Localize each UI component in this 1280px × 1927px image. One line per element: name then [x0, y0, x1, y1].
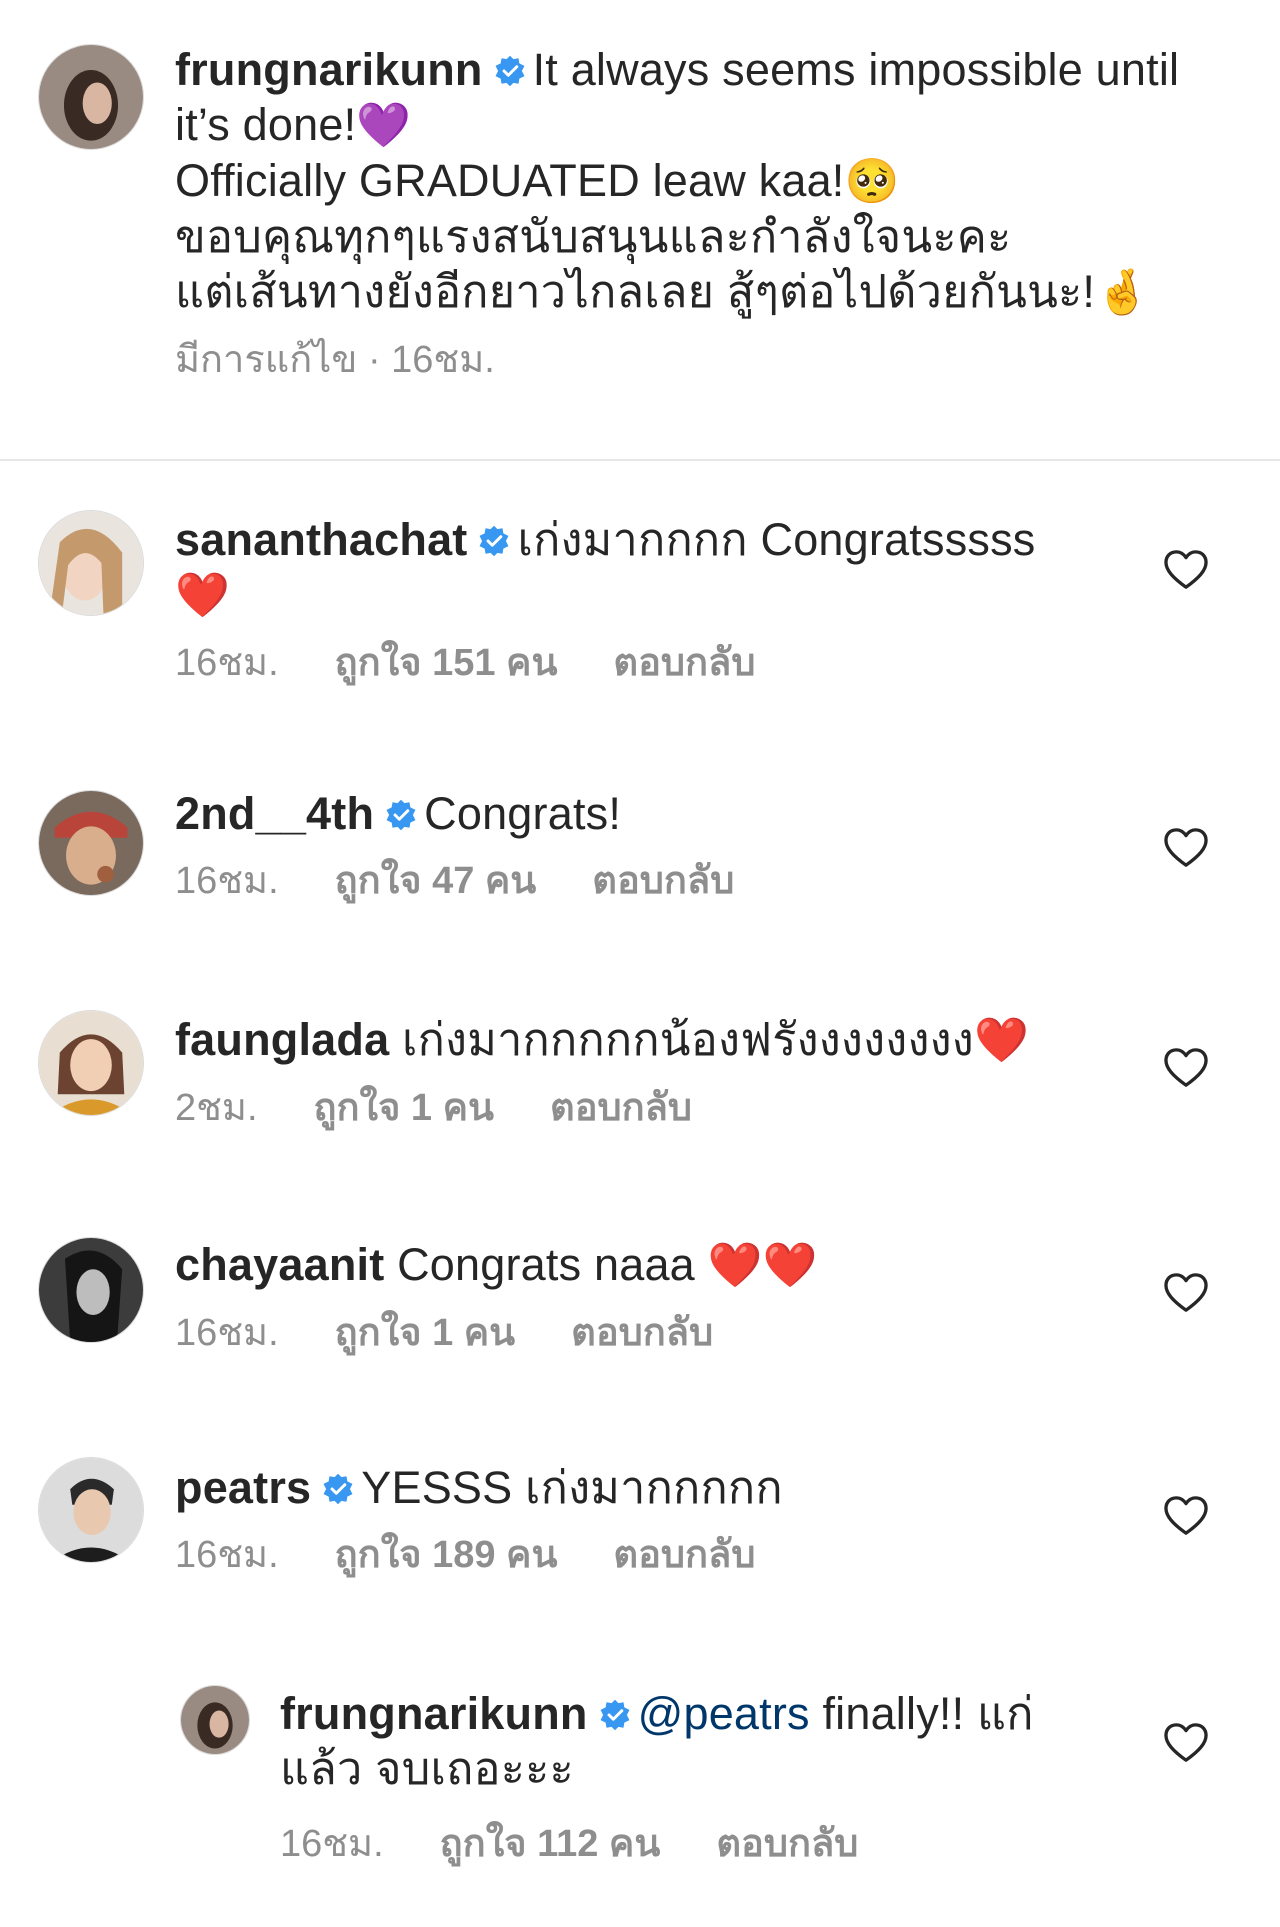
reply-body-line-2: แล้ว จบเถอะะะ: [280, 1743, 574, 1794]
comment: sananthachat เก่งมากกกก Congratsssss ❤️ 1…: [175, 512, 1105, 685]
comment-text: chayaanit Congrats naaa ❤️❤️: [175, 1237, 1105, 1293]
red-heart-emoji-icon: ❤️❤️: [707, 1240, 818, 1291]
comment-meta: 16ชม. ถูกใจ 189 คน ตอบกลับ: [175, 1533, 1105, 1577]
comment-avatar[interactable]: [38, 510, 144, 616]
comment-likes[interactable]: ถูกใจ 1 คน: [314, 1087, 494, 1129]
pleading-face-emoji-icon: 🥺: [844, 156, 900, 207]
comment-username[interactable]: 2nd__4th: [175, 788, 374, 839]
heart-outline-icon[interactable]: [1163, 1722, 1209, 1764]
mention-link[interactable]: @peatrs: [638, 1688, 810, 1739]
verified-badge-icon: [598, 1698, 632, 1732]
comment-body: YESSS เก่งมากกกกก: [361, 1462, 783, 1513]
heart-outline-icon[interactable]: [1163, 1272, 1209, 1314]
caption-username[interactable]: frungnarikunn: [175, 44, 483, 95]
verified-badge-icon: [477, 524, 511, 558]
crossed-fingers-emoji-icon: 🤞: [1095, 267, 1151, 318]
reply-likes[interactable]: ถูกใจ 112 คน: [440, 1823, 661, 1865]
caption-meta: มีการแก้ไข · 16ชม.: [175, 338, 1235, 382]
caption-line-2: it’s done!: [175, 99, 357, 150]
caption-edited-time: มีการแก้ไข · 16ชม.: [175, 339, 495, 381]
reply-avatar[interactable]: [180, 1685, 250, 1755]
comment-avatar[interactable]: [38, 1457, 144, 1563]
verified-badge-icon: [384, 798, 418, 832]
reply-username[interactable]: frungnarikunn: [280, 1688, 588, 1739]
reply-comment: frungnarikunn @peatrs finally!! แก่ แล้ว …: [280, 1686, 1100, 1866]
comment-body: เก่งมากกกกกน้องฟรังงงงงงงง: [402, 1014, 974, 1065]
comment-likes[interactable]: ถูกใจ 1 คน: [335, 1312, 515, 1354]
comment-meta: 16ชม. ถูกใจ 151 คน ตอบกลับ: [175, 641, 1105, 685]
comment-username[interactable]: sananthachat: [175, 514, 467, 565]
caption-line-1: It always seems impossible until: [532, 44, 1180, 95]
comment-meta: 2ชม. ถูกใจ 1 คน ตอบกลับ: [175, 1086, 1105, 1130]
comment: faunglada เก่งมากกกกกน้องฟรังงงงงงงง❤️ 2…: [175, 1012, 1105, 1130]
red-heart-emoji-icon: ❤️: [973, 1015, 1029, 1066]
comments-screen: frungnarikunn It always seems impossible …: [0, 0, 1280, 1927]
comment-time: 16ชม.: [175, 860, 279, 902]
comment: 2nd__4th Congrats! 16ชม. ถูกใจ 47 คน ตอบกลั…: [175, 786, 1105, 903]
reply-button[interactable]: ตอบกลับ: [613, 1534, 755, 1576]
reply-button[interactable]: ตอบกลับ: [613, 642, 755, 684]
caption-line-5: แต่เส้นทางยังอีกยาวไกลเลย สู้ๆต่อไปด้วยก…: [175, 266, 1096, 317]
comment-time: 16ชม.: [175, 1534, 279, 1576]
comment-time: 16ชม.: [175, 642, 279, 684]
caption-text: frungnarikunn It always seems impossible …: [175, 42, 1235, 320]
divider: [0, 459, 1280, 461]
comment-body: Congrats!: [424, 788, 622, 839]
comment: chayaanit Congrats naaa ❤️❤️ 16ชม. ถูกใจ …: [175, 1237, 1105, 1355]
comment-username[interactable]: faunglada: [175, 1014, 389, 1065]
heart-outline-icon[interactable]: [1163, 1495, 1209, 1537]
reply-button[interactable]: ตอบกลับ: [592, 860, 734, 902]
comment-text: 2nd__4th Congrats!: [175, 786, 1105, 841]
reply-meta: 16ชม. ถูกใจ 112 คน ตอบกลับ: [280, 1822, 1100, 1866]
reply-time: 16ชม.: [280, 1823, 384, 1865]
post-caption: frungnarikunn It always seems impossible …: [175, 42, 1235, 382]
heart-outline-icon[interactable]: [1163, 1047, 1209, 1089]
comment-time: 16ชม.: [175, 1312, 279, 1354]
purple-heart-emoji-icon: 💜: [356, 100, 412, 151]
comment-username[interactable]: peatrs: [175, 1462, 311, 1513]
reply-button[interactable]: ตอบกลับ: [716, 1823, 858, 1865]
caption-line-4: ขอบคุณทุกๆแรงสนับสนุนและกำลังใจนะคะ: [175, 211, 1012, 262]
comment-username[interactable]: chayaanit: [175, 1239, 384, 1290]
comment-likes[interactable]: ถูกใจ 151 คน: [335, 642, 558, 684]
comment-text: peatrs YESSS เก่งมากกกกก: [175, 1460, 1105, 1515]
caption-avatar[interactable]: [38, 44, 144, 150]
verified-badge-icon: [321, 1472, 355, 1506]
heart-outline-icon[interactable]: [1163, 549, 1209, 591]
comment-text: faunglada เก่งมากกกกกน้องฟรังงงงงงงง❤️: [175, 1012, 1105, 1068]
comment-time: 2ชม.: [175, 1087, 258, 1129]
comment-avatar[interactable]: [38, 1010, 144, 1116]
comment: peatrs YESSS เก่งมากกกกก 16ชม. ถูกใจ 189 ค…: [175, 1460, 1105, 1577]
comment-meta: 16ชม. ถูกใจ 1 คน ตอบกลับ: [175, 1311, 1105, 1355]
red-heart-emoji-icon: ❤️: [175, 570, 230, 621]
comment-body: Congrats naaa: [397, 1239, 695, 1290]
reply-button[interactable]: ตอบกลับ: [571, 1312, 713, 1354]
heart-outline-icon[interactable]: [1163, 827, 1209, 869]
verified-badge-icon: [493, 54, 527, 88]
comment-meta: 16ชม. ถูกใจ 47 คน ตอบกลับ: [175, 859, 1105, 903]
comment-likes[interactable]: ถูกใจ 189 คน: [335, 1534, 558, 1576]
comment-text: sananthachat เก่งมากกกก Congratsssss ❤️: [175, 512, 1105, 623]
comment-body: เก่งมากกกก Congratsssss: [517, 514, 1036, 565]
reply-button[interactable]: ตอบกลับ: [550, 1087, 692, 1129]
reply-text: frungnarikunn @peatrs finally!! แก่ แล้ว …: [280, 1686, 1100, 1796]
comment-avatar[interactable]: [38, 790, 144, 896]
reply-body-line-1: finally!! แก่: [822, 1688, 1034, 1739]
comment-likes[interactable]: ถูกใจ 47 คน: [335, 860, 537, 902]
comment-avatar[interactable]: [38, 1237, 144, 1343]
caption-line-3: Officially GRADUATED leaw kaa!: [175, 155, 845, 206]
